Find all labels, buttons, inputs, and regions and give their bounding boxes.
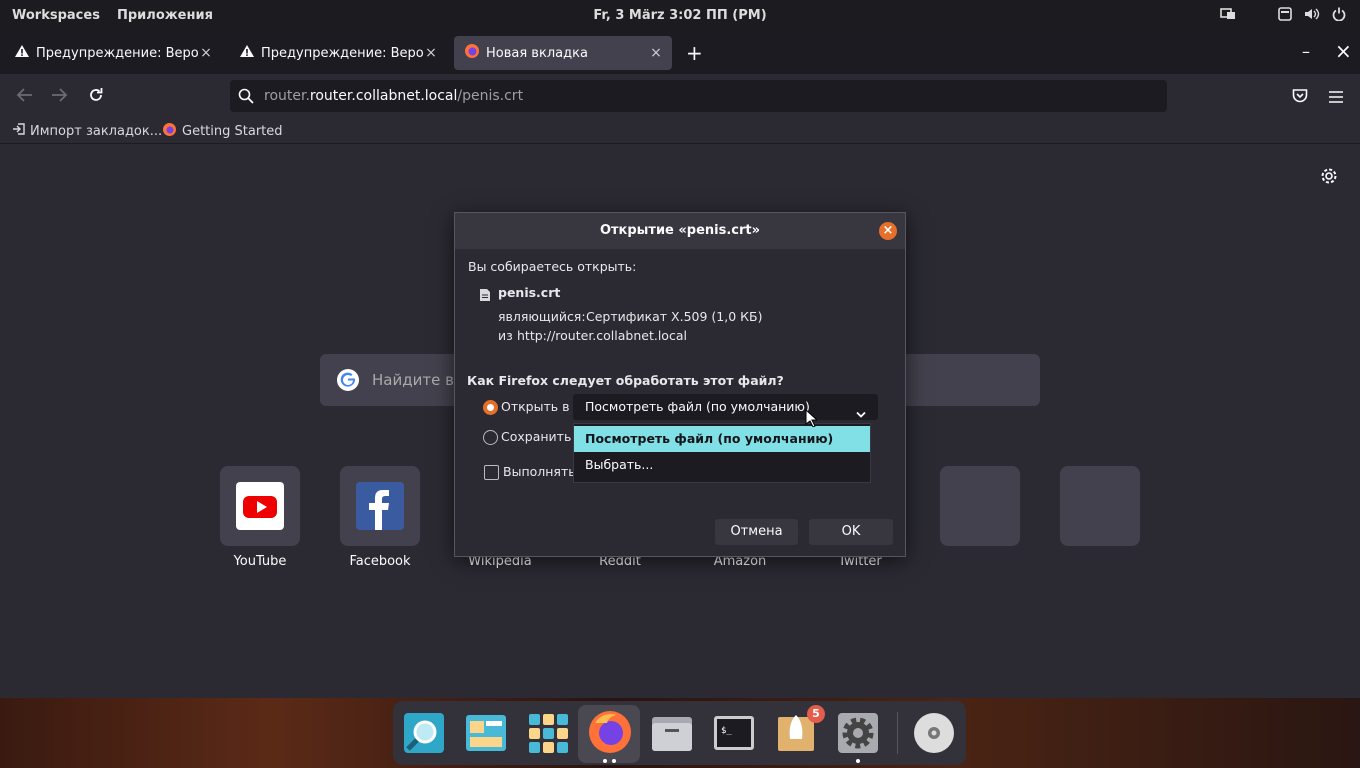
- running-indicator: [612, 759, 616, 763]
- bookmark-label: Импорт закладок...: [30, 123, 163, 139]
- top-site-youtube[interactable]: [220, 466, 300, 546]
- tile-label: YouTube: [233, 554, 287, 569]
- system-top-bar: Workspaces Приложения Fr, 3 März 3:02 ПП…: [0, 0, 1360, 32]
- tab-title: Предупреждение: Вероятн: [261, 45, 423, 61]
- application-select[interactable]: Посмотреть файл (по умолчанию): [573, 394, 878, 420]
- tab-title: Предупреждение: Вероятн: [36, 45, 198, 61]
- dock-separator: [897, 712, 898, 754]
- top-site-facebook[interactable]: [340, 466, 420, 546]
- remember-checkbox[interactable]: [484, 465, 499, 480]
- forward-arrow-icon[interactable]: [51, 87, 69, 107]
- dropdown-option[interactable]: Выбрать...: [574, 452, 870, 478]
- back-arrow-icon[interactable]: [15, 87, 33, 107]
- running-indicator: [856, 759, 860, 763]
- url-prefix: router.: [264, 88, 310, 104]
- nav-toolbar: router. router.collabnet.local/penis.crt: [0, 74, 1360, 118]
- power-icon[interactable]: [1332, 7, 1346, 21]
- display-icon[interactable]: [1220, 7, 1236, 21]
- file-type-label: являющийся:: [498, 309, 586, 324]
- keyboard-icon[interactable]: [1278, 7, 1292, 21]
- close-tab-icon[interactable]: ×: [198, 45, 214, 61]
- search-icon[interactable]: [402, 711, 446, 755]
- file-from-label: из: [498, 328, 513, 343]
- close-window-button[interactable]: ×: [1335, 39, 1352, 63]
- disc-icon[interactable]: [912, 711, 956, 755]
- bookmark-import[interactable]: Импорт закладок...: [12, 122, 162, 140]
- firefox-icon[interactable]: [587, 709, 631, 753]
- firefox-icon: [464, 43, 480, 63]
- bookmarks-bar: Импорт закладок... Getting Started: [0, 118, 1360, 144]
- cancel-button[interactable]: Отмена: [715, 519, 798, 545]
- file-type-value: Сертификат X.509 (1,0 КБ): [586, 309, 763, 324]
- bookmark-getting-started[interactable]: Getting Started: [162, 122, 283, 141]
- menu-icon[interactable]: [1328, 89, 1344, 108]
- pocket-icon[interactable]: [1292, 88, 1308, 108]
- app-center-icon[interactable]: [464, 711, 508, 755]
- import-icon: [12, 122, 26, 140]
- terminal-icon[interactable]: $_: [712, 711, 756, 755]
- open-file-dialog: Открытие «penis.crt» × Вы собираетесь от…: [454, 212, 906, 557]
- dialog-question: Как Firefox следует обработать этот файл…: [467, 373, 784, 388]
- remember-label[interactable]: Выполнять: [503, 464, 576, 479]
- update-count-badge: 5: [807, 705, 825, 723]
- dropdown-option[interactable]: Посмотреть файл (по умолчанию): [574, 426, 870, 452]
- select-value: Посмотреть файл (по умолчанию): [585, 399, 810, 414]
- warning-icon: [239, 44, 255, 62]
- open-with-radio[interactable]: [483, 400, 498, 415]
- file-name: penis.crt: [498, 285, 561, 300]
- file-icon: [479, 287, 491, 306]
- tab-title: Новая вкладка: [486, 45, 588, 61]
- url-bar[interactable]: router. router.collabnet.local/penis.crt: [230, 80, 1167, 112]
- reload-icon[interactable]: [88, 87, 104, 107]
- settings-icon[interactable]: [836, 711, 880, 755]
- top-site-empty[interactable]: [1060, 466, 1140, 546]
- mouse-cursor-icon: [805, 408, 819, 431]
- tab-warning-1[interactable]: Предупреждение: Вероятн ×: [4, 36, 222, 70]
- dialog-title: Открытие «penis.crt»: [455, 213, 905, 249]
- close-tab-icon[interactable]: ×: [648, 45, 664, 61]
- url-host: router.collabnet.local: [309, 88, 458, 104]
- minimize-button[interactable]: –: [1302, 42, 1310, 61]
- bookmark-label: Getting Started: [182, 124, 283, 139]
- save-file-radio[interactable]: [483, 430, 498, 445]
- applications-grid-icon[interactable]: [526, 711, 570, 755]
- facebook-icon: [356, 482, 404, 534]
- volume-icon[interactable]: [1304, 7, 1320, 21]
- youtube-icon: [236, 482, 284, 534]
- running-indicator: [603, 759, 607, 763]
- save-file-label[interactable]: Сохранить с: [501, 429, 582, 444]
- files-icon[interactable]: [650, 711, 694, 755]
- application-dropdown-list: Посмотреть файл (по умолчанию) Выбрать..…: [573, 423, 871, 483]
- search-icon: [238, 88, 254, 108]
- tile-label: Facebook: [349, 554, 411, 569]
- warning-icon: [14, 44, 30, 62]
- close-icon[interactable]: ×: [879, 222, 897, 240]
- tab-warning-2[interactable]: Предупреждение: Вероятн ×: [229, 36, 447, 70]
- google-icon: [336, 368, 360, 396]
- close-tab-icon[interactable]: ×: [423, 45, 439, 61]
- svg-text:$_: $_: [721, 726, 732, 736]
- url-path: /penis.crt: [457, 88, 524, 104]
- clock[interactable]: Fr, 3 März 3:02 ПП (PM): [593, 8, 766, 23]
- tab-bar: Предупреждение: Вероятн × Предупреждение…: [0, 32, 1360, 74]
- file-from-value: http://router.collabnet.local: [517, 328, 687, 343]
- firefox-icon: [162, 122, 177, 141]
- new-tab-button[interactable]: +: [686, 41, 703, 65]
- open-with-label[interactable]: Открыть в: [501, 399, 569, 414]
- settings-gear-icon[interactable]: [1320, 167, 1338, 189]
- top-site-empty[interactable]: [940, 466, 1020, 546]
- ok-button[interactable]: OK: [809, 519, 893, 545]
- dialog-intro: Вы собираетесь открыть:: [468, 259, 637, 274]
- tab-new-tab[interactable]: Новая вкладка ×: [454, 36, 672, 70]
